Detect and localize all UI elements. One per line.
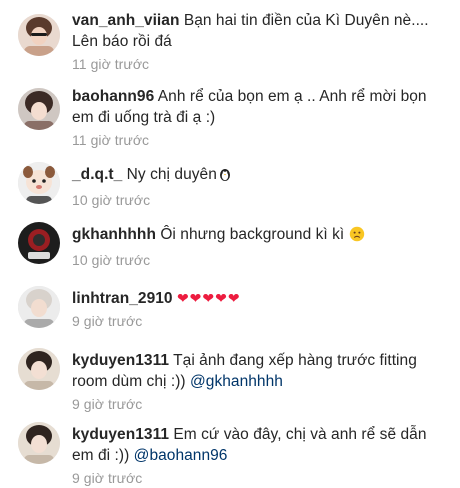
comment-username[interactable]: van_anh_viian (72, 12, 179, 29)
avatar-image (18, 88, 60, 130)
comment-username[interactable]: _d.q.t_ (72, 166, 122, 183)
avatar-image (18, 222, 60, 264)
avatar[interactable] (18, 422, 60, 464)
comment-text: Ny chị duyên (126, 166, 217, 183)
hearts-emoji: ❤❤❤❤❤ (176, 290, 241, 306)
avatar-image (18, 286, 60, 328)
comment-timestamp: 10 giờ trước (72, 192, 151, 208)
comment-body: van_anh_viian Bạn hai tin điền của Kì Du… (72, 10, 452, 73)
mention-link[interactable]: @baohann96 (134, 447, 228, 464)
comment-text: Ôi nhưng background kì kì (160, 226, 345, 243)
comment-body: kyduyen1311 Tại ảnh đang xếp hàng trước … (72, 350, 452, 413)
comment-username[interactable]: linhtran_2910 (72, 290, 173, 307)
avatar[interactable] (18, 162, 60, 204)
comment-body: kyduyen1311 Em cứ vào đây, chị và anh rể… (72, 424, 452, 487)
comment-username[interactable]: kyduyen1311 (72, 426, 169, 443)
avatar-image (18, 14, 60, 56)
comment-timestamp: 10 giờ trước (72, 252, 151, 268)
comment-username[interactable]: gkhanhhhh (72, 226, 156, 243)
mention-link[interactable]: @gkhanhhhh (190, 373, 283, 390)
avatar[interactable] (18, 14, 60, 56)
comment-body: _d.q.t_ Ny chị duyên 10 giờ trước (72, 164, 452, 209)
comment-body: linhtran_2910 ❤❤❤❤❤ 9 giờ trước (72, 288, 452, 330)
avatar[interactable] (18, 222, 60, 264)
comment-timestamp: 9 giờ trước (72, 313, 143, 329)
avatar-image (18, 162, 60, 204)
comment-timestamp: 9 giờ trước (72, 396, 143, 412)
comment-body: baohann96 Anh rể của bọn em ạ .. Anh rể … (72, 86, 452, 149)
comment-username[interactable]: kyduyen1311 (72, 352, 169, 369)
avatar-image (18, 348, 60, 390)
avatar[interactable] (18, 88, 60, 130)
avatar[interactable] (18, 348, 60, 390)
worried-face-icon (349, 226, 365, 248)
comment-timestamp: 11 giờ trước (72, 132, 150, 148)
comment-timestamp: 9 giờ trước (72, 470, 143, 486)
avatar-image (18, 422, 60, 464)
comment-timestamp: 11 giờ trước (72, 56, 150, 72)
comment-username[interactable]: baohann96 (72, 88, 154, 105)
comment-body: gkhanhhhh Ôi nhưng background kì kì 10 g… (72, 224, 452, 269)
avatar[interactable] (18, 286, 60, 328)
penguin-icon (217, 166, 233, 188)
